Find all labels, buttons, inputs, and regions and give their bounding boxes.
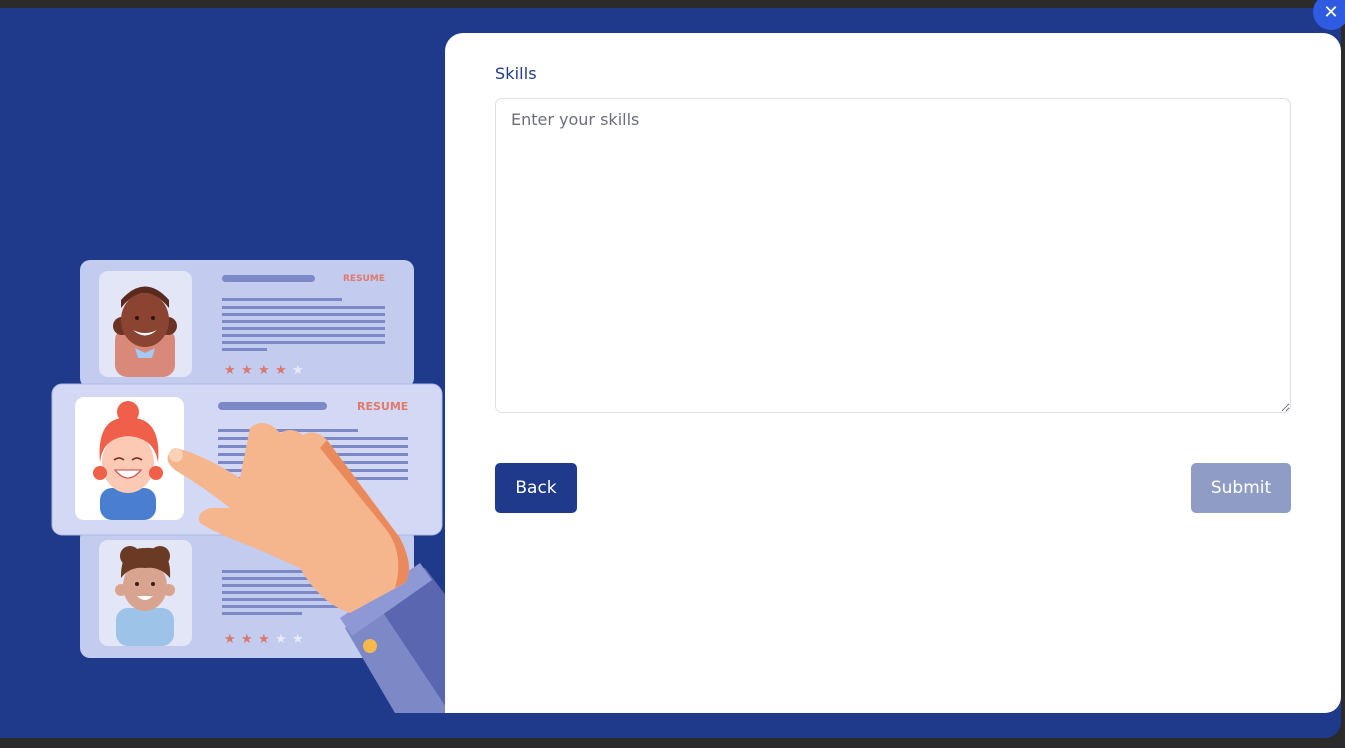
svg-text:★: ★ — [224, 632, 236, 647]
resume-label-middle: RESUME — [357, 400, 408, 413]
resume-illustration: RESUME ★ ★ ★ ★ ★ ★ ★ ★ ★ ★ RESUME — [51, 260, 500, 713]
skills-label: Skills — [495, 64, 537, 83]
svg-text:★: ★ — [292, 363, 304, 378]
close-icon: ✕ — [1323, 1, 1339, 23]
svg-text:★: ★ — [275, 632, 287, 647]
svg-text:★: ★ — [292, 632, 304, 647]
svg-text:★: ★ — [241, 363, 253, 378]
skills-textarea[interactable] — [495, 98, 1291, 413]
svg-text:★: ★ — [258, 363, 270, 378]
resume-label-top: RESUME — [343, 274, 385, 284]
back-button[interactable]: Back — [495, 463, 577, 513]
svg-text:★: ★ — [241, 632, 253, 647]
form-panel: Skills Back Submit — [445, 33, 1341, 713]
modal-dialog: RESUME ★ ★ ★ ★ ★ ★ ★ ★ ★ ★ RESUME Skills… — [0, 8, 1341, 738]
svg-text:★: ★ — [258, 632, 270, 647]
resume-card-top: RESUME ★ ★ ★ ★ ★ — [80, 260, 414, 388]
svg-text:★: ★ — [275, 363, 287, 378]
avatar-man-dark — [113, 286, 177, 377]
svg-text:★: ★ — [224, 363, 236, 378]
submit-button[interactable]: Submit — [1191, 463, 1291, 513]
